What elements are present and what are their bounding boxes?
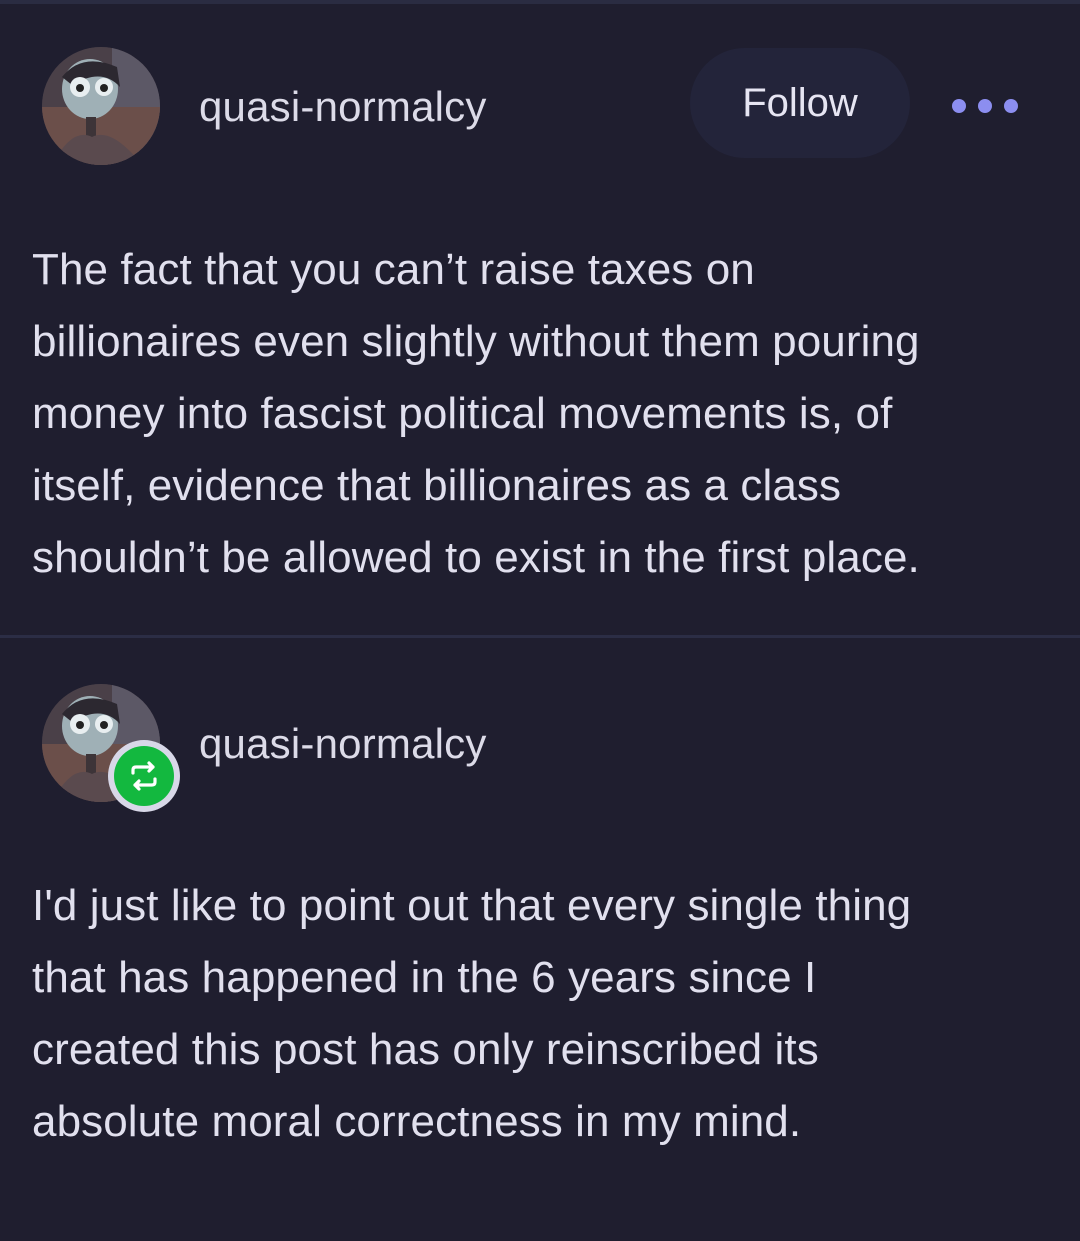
dot (952, 99, 966, 113)
follow-button[interactable]: Follow (690, 48, 910, 158)
body-line: that has happened in the 6 years since I (32, 953, 817, 1002)
reblog-badge (108, 740, 180, 812)
more-options-icon[interactable] (952, 92, 1018, 120)
original-post-header: quasi-normalcy Follow (0, 0, 1080, 165)
body-line: billionaires even slightly without them … (32, 317, 920, 366)
body-line: absolute moral correctness in my mind. (32, 1097, 802, 1146)
original-post-body: The fact that you can’t raise taxes on b… (32, 234, 1042, 594)
avatar[interactable] (42, 47, 160, 165)
body-line: shouldn’t be allowed to exist in the fir… (32, 533, 920, 582)
username[interactable]: quasi-normalcy (199, 83, 487, 131)
body-line: money into fascist political movements i… (32, 389, 893, 438)
body-line: itself, evidence that billionaires as a … (32, 461, 842, 510)
reblog-icon (114, 746, 174, 806)
body-line: created this post has only reinscribed i… (32, 1025, 819, 1074)
avatar-image (42, 47, 160, 165)
reblog-body: I'd just like to point out that every si… (32, 870, 1042, 1158)
body-line: I'd just like to point out that every si… (32, 881, 912, 930)
dot (1004, 99, 1018, 113)
body-line: The fact that you can’t raise taxes on (32, 245, 755, 294)
reblog-username[interactable]: quasi-normalcy (199, 720, 487, 768)
dot (978, 99, 992, 113)
post-divider (0, 635, 1080, 638)
